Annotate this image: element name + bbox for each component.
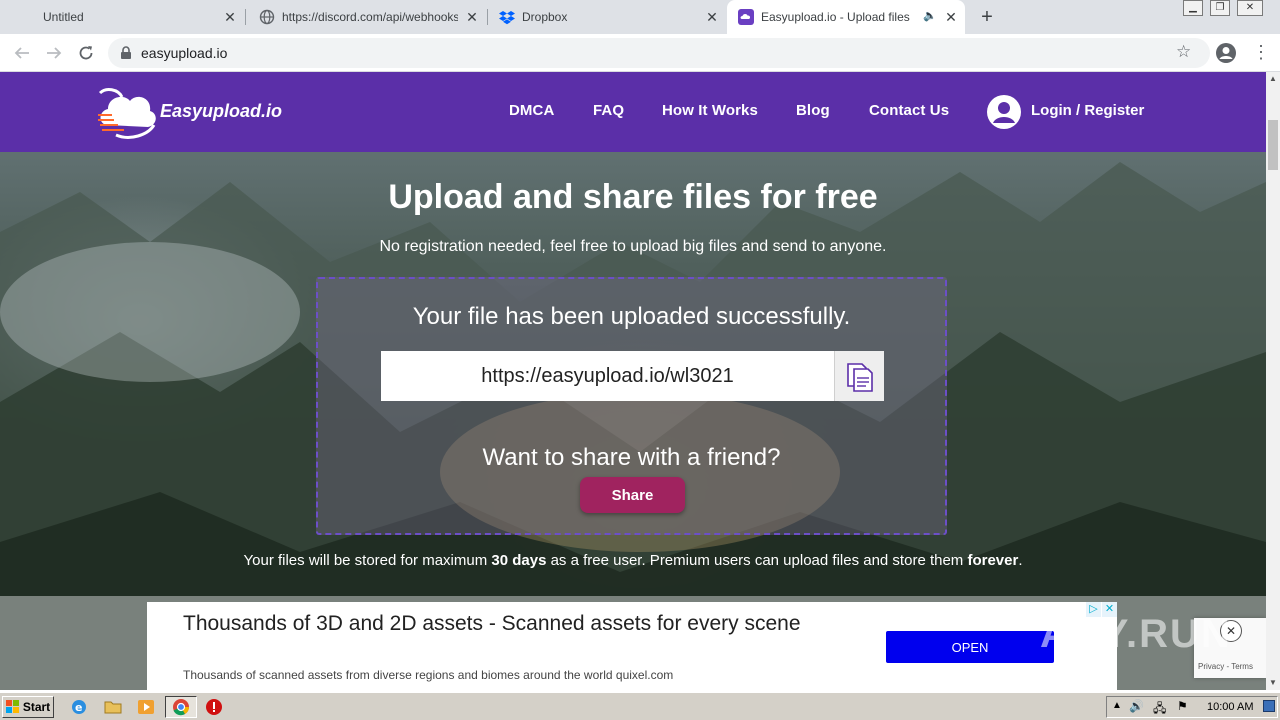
internet-explorer-icon[interactable]: e: [70, 698, 88, 716]
back-button[interactable]: [10, 41, 34, 65]
maximize-button[interactable]: ❐: [1210, 0, 1230, 16]
chrome-icon: [173, 699, 190, 716]
watermark: ANY.RUN: [1040, 612, 1232, 656]
arrow-left-icon: [14, 47, 29, 59]
share-question: Want to share with a friend?: [482, 444, 781, 471]
tab-title: Dropbox: [522, 10, 568, 24]
recaptcha-links[interactable]: Privacy - Terms: [1198, 662, 1253, 671]
tab-title: https://discord.com/api/webhooks/9: [282, 10, 458, 24]
storage-note-text: .: [1018, 552, 1023, 569]
windows-taskbar: Start e ▲ 🔊 🖧 ⚑ 10:00 AM: [0, 692, 1280, 720]
star-icon[interactable]: ☆: [1176, 42, 1191, 62]
menu-kebab-icon[interactable]: ⋮: [1252, 43, 1270, 61]
copy-link-button[interactable]: [834, 351, 884, 401]
storage-days: 30 days: [491, 552, 547, 569]
arrow-right-icon: [47, 47, 62, 59]
url-text: easyupload.io: [141, 45, 228, 61]
chrome-task-button[interactable]: [165, 696, 197, 718]
start-button[interactable]: Start: [2, 696, 54, 718]
reload-icon: [79, 46, 93, 60]
share-button[interactable]: Share: [580, 477, 685, 513]
upload-success-message: Your file has been uploaded successfully…: [412, 303, 851, 330]
upload-result-box: Your file has been uploaded successfully…: [316, 277, 947, 535]
scroll-thumb[interactable]: [1268, 120, 1278, 170]
nav-faq[interactable]: FAQ: [593, 102, 624, 119]
start-label: Start: [22, 700, 51, 714]
storage-note-text: Your files will be stored for maximum: [243, 552, 492, 569]
nav-how-it-works[interactable]: How It Works: [662, 102, 758, 119]
globe-icon: [259, 9, 275, 25]
browser-tab-strip: Untitled ✕ https://discord.com/api/webho…: [0, 0, 1280, 34]
site-header: Easyupload.io DMCA FAQ How It Works Blog…: [0, 72, 1266, 152]
storage-note-text: as a free user. Premium users can upload…: [546, 552, 968, 569]
storage-forever: forever: [967, 552, 1019, 569]
tab-title: Easyupload.io - Upload files for: [761, 10, 911, 24]
new-tab-button[interactable]: +: [977, 6, 997, 28]
web-page: Easyupload.io DMCA FAQ How It Works Blog…: [0, 72, 1266, 690]
ad-description: Thousands of scanned assets from diverse…: [183, 668, 674, 682]
share-link-field[interactable]: https://easyupload.io/wl3021: [381, 351, 834, 401]
close-icon[interactable]: ✕: [704, 9, 720, 25]
dropbox-icon: [499, 11, 515, 25]
page-title: Upload and share files for free: [388, 178, 878, 216]
nav-blog[interactable]: Blog: [796, 102, 830, 119]
volume-icon[interactable]: 🔊: [1129, 699, 1144, 713]
tray-expand-icon[interactable]: ▲: [1112, 700, 1122, 711]
ad-title[interactable]: Thousands of 3D and 2D assets - Scanned …: [183, 610, 833, 638]
speaker-icon[interactable]: 🔈: [923, 9, 937, 22]
stop-icon[interactable]: [205, 698, 223, 716]
cloud-logo-icon: [98, 88, 156, 139]
page-scrollbar[interactable]: ▲ ▼: [1266, 72, 1280, 690]
folder-icon[interactable]: [104, 698, 122, 716]
flag-icon[interactable]: ⚑: [1177, 699, 1188, 713]
login-label: Login / Register: [1031, 102, 1145, 119]
login-register-link[interactable]: Login / Register: [987, 94, 1157, 130]
nav-dmca[interactable]: DMCA: [509, 102, 554, 119]
easyupload-favicon: [738, 9, 754, 25]
show-desktop-icon[interactable]: [1263, 700, 1275, 712]
forward-button[interactable]: [42, 41, 66, 65]
close-icon[interactable]: ✕: [222, 9, 238, 25]
minimize-button[interactable]: ▁: [1183, 0, 1203, 16]
scroll-down-arrow[interactable]: ▼: [1266, 676, 1280, 690]
tab-title: Untitled: [43, 10, 84, 24]
network-icon[interactable]: 🖧: [1153, 699, 1166, 720]
media-player-icon[interactable]: [137, 698, 155, 716]
tab-separator: [245, 9, 246, 25]
taskbar-clock: 10:00 AM: [1207, 701, 1254, 713]
window-close-button[interactable]: ✕: [1237, 0, 1263, 16]
nav-contact-us[interactable]: Contact Us: [869, 102, 949, 119]
copy-icon: [846, 363, 873, 392]
address-bar[interactable]: easyupload.io ☆: [108, 38, 1210, 68]
windows-logo-icon: [5, 700, 19, 713]
tab-untitled[interactable]: Untitled ✕: [0, 0, 244, 34]
browser-toolbar: easyupload.io ☆ ⋮: [0, 34, 1280, 72]
close-icon[interactable]: ✕: [943, 9, 959, 25]
ad-banner[interactable]: Thousands of 3D and 2D assets - Scanned …: [147, 602, 1117, 690]
site-logo[interactable]: Easyupload.io: [96, 85, 286, 141]
scroll-up-arrow[interactable]: ▲: [1266, 72, 1280, 86]
user-avatar-icon: [987, 95, 1021, 129]
reload-button[interactable]: [74, 41, 98, 65]
lock-icon: [121, 46, 131, 59]
svg-text:e: e: [75, 701, 82, 714]
tab-separator: [487, 9, 488, 25]
tab-easyupload[interactable]: Easyupload.io - Upload files for 🔈 ✕: [727, 0, 965, 34]
tab-dropbox[interactable]: Dropbox ✕: [490, 0, 726, 34]
storage-note: Your files will be stored for maximum 30…: [0, 552, 1266, 569]
logo-text: Easyupload.io: [160, 101, 283, 121]
close-icon[interactable]: ✕: [464, 9, 480, 25]
profile-icon[interactable]: [1215, 42, 1237, 64]
page-subtitle: No registration needed, feel free to upl…: [379, 238, 887, 255]
ad-open-button[interactable]: OPEN: [886, 631, 1054, 663]
tab-discord-webhook[interactable]: https://discord.com/api/webhooks/9 ✕: [248, 0, 486, 34]
